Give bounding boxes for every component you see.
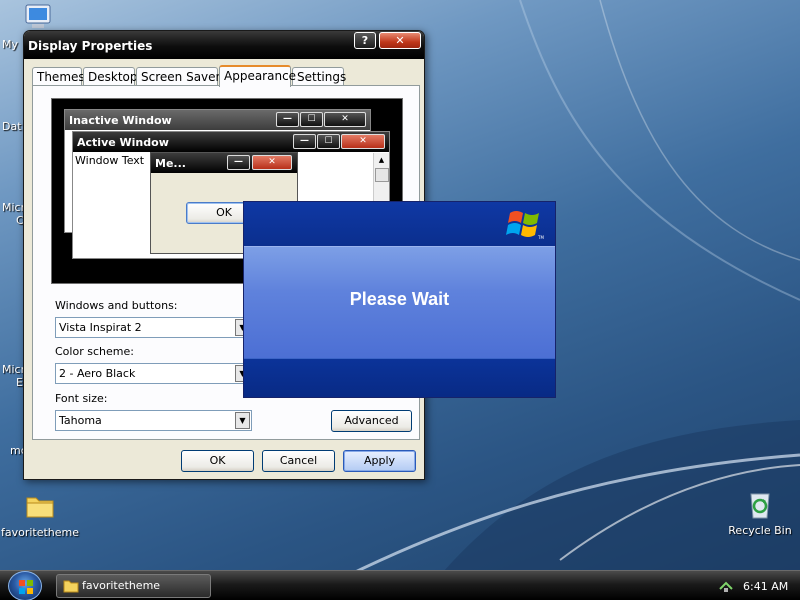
close-button[interactable]: ✕ — [379, 32, 421, 49]
maximize-icon: ☐ — [300, 112, 323, 127]
desktop-label-cut: E — [16, 376, 23, 389]
window-titlebar[interactable]: Display Properties ? ✕ — [24, 31, 424, 59]
maximize-icon: ☐ — [317, 134, 340, 149]
clock[interactable]: 6:41 AM — [743, 580, 788, 593]
font-size-label: Font size: — [55, 392, 108, 405]
scroll-up-arrow-icon: ▲ — [378, 156, 385, 164]
folder-icon — [63, 580, 79, 593]
windows-buttons-select[interactable]: Vista Inspirat 2 ▼ — [55, 317, 252, 338]
desktop-label-cut: Micr — [2, 201, 26, 214]
windows-logo-icon — [19, 580, 33, 594]
color-scheme-value: 2 - Aero Black — [59, 367, 136, 380]
windows-logo-icon: TM — [506, 211, 544, 240]
preview-window-text: Window Text — [75, 154, 145, 167]
apply-button[interactable]: Apply — [343, 450, 416, 472]
wait-dialog-header: TM — [244, 202, 555, 246]
please-wait-message: Please Wait — [349, 289, 450, 309]
windows-buttons-value: Vista Inspirat 2 — [59, 321, 142, 334]
close-icon: ✕ — [252, 155, 292, 170]
color-scheme-label: Color scheme: — [55, 345, 134, 358]
desktop-icon-computer[interactable] — [22, 3, 56, 33]
preview-active-title: Active Window — [77, 136, 169, 149]
tab-settings[interactable]: Settings — [292, 67, 346, 86]
preview-inactive-title: Inactive Window — [69, 114, 172, 127]
computer-icon — [25, 4, 51, 28]
desktop-icon-favoritetheme[interactable]: favoritetheme — [0, 490, 80, 539]
preview-message-titlebar: Me... — ✕ — [151, 153, 297, 173]
window-title: Display Properties — [28, 39, 153, 53]
font-size-value: Tahoma — [59, 414, 102, 427]
preview-active-titlebar: Active Window — ☐ ✕ — [73, 132, 389, 152]
tab-themes[interactable]: Themes — [32, 67, 85, 86]
ok-button[interactable]: OK — [181, 450, 254, 472]
recycle-bin-icon — [744, 488, 776, 520]
chevron-down-icon: ▼ — [235, 412, 250, 429]
tab-appearance[interactable]: Appearance — [219, 65, 296, 87]
font-size-select[interactable]: Tahoma ▼ — [55, 410, 252, 431]
desktop-label-cut: Dat — [2, 120, 22, 133]
desktop-icon-label: favoritetheme — [0, 526, 80, 539]
preview-message-title: Me... — [155, 157, 186, 170]
network-icon[interactable] — [718, 579, 734, 593]
close-icon: ✕ — [324, 112, 366, 127]
cancel-button[interactable]: Cancel — [262, 450, 335, 472]
taskbar-item-label: favoritetheme — [82, 579, 161, 592]
minimize-icon: — — [227, 155, 250, 170]
tab-screen-saver[interactable]: Screen Saver — [136, 67, 220, 86]
folder-icon — [24, 490, 56, 522]
minimize-icon: — — [293, 134, 316, 149]
help-button[interactable]: ? — [354, 32, 376, 49]
desktop-label-cut: Micr — [2, 363, 26, 376]
color-scheme-select[interactable]: 2 - Aero Black ▼ — [55, 363, 252, 384]
taskbar-item-favoritetheme[interactable]: favoritetheme — [56, 574, 211, 598]
minimize-icon: — — [276, 112, 299, 127]
desktop-icon-label: Recycle Bin — [728, 524, 792, 537]
wait-dialog-body: Please Wait — [244, 246, 555, 358]
system-tray: 6:41 AM — [712, 571, 800, 600]
please-wait-dialog: TM Please Wait — [243, 201, 556, 398]
wait-dialog-footer — [244, 358, 555, 397]
taskbar: favoritetheme 6:41 AM — [0, 570, 800, 600]
start-button[interactable] — [8, 571, 42, 600]
desktop-label-cut: My — [2, 38, 19, 51]
advanced-button[interactable]: Advanced — [331, 410, 412, 432]
tab-desktop[interactable]: Desktop — [83, 67, 138, 86]
scroll-thumb — [374, 168, 389, 182]
preview-inactive-titlebar: Inactive Window — ☐ ✕ — [65, 110, 370, 130]
windows-buttons-label: Windows and buttons: — [55, 299, 178, 312]
close-icon: ✕ — [341, 134, 385, 149]
svg-text:TM: TM — [537, 235, 544, 240]
desktop-icon-recycle-bin[interactable]: Recycle Bin — [720, 488, 800, 537]
